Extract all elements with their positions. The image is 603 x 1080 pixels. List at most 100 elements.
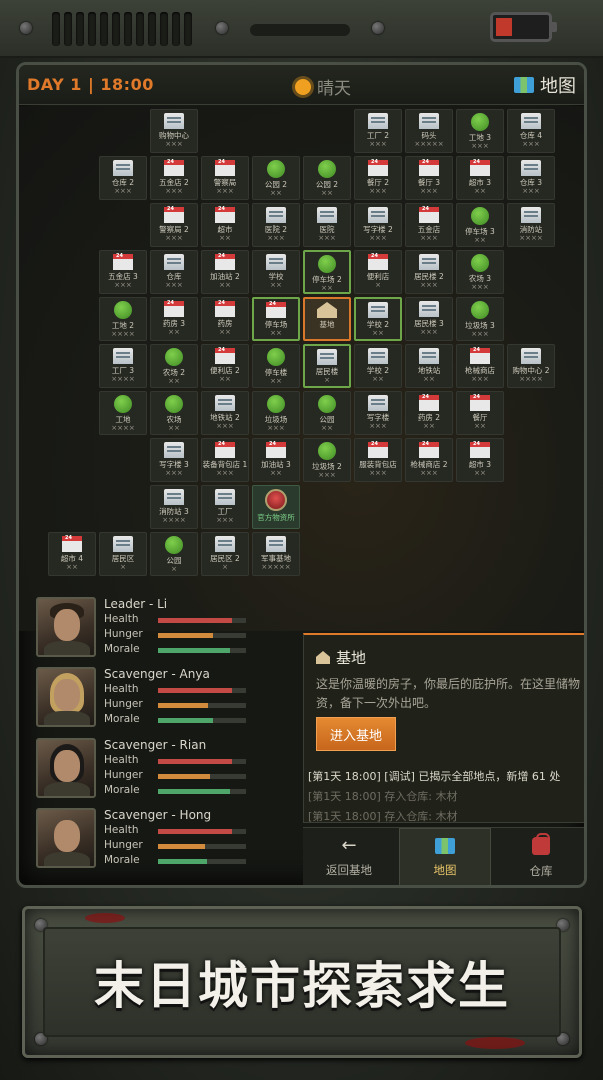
map-tile[interactable]: 垃圾场 ×××	[252, 391, 300, 435]
map-tile[interactable]: 加油站 2××	[201, 250, 249, 294]
map-tile[interactable]: 超市 4××	[48, 532, 96, 576]
enter-base-button[interactable]: 进入基地	[316, 717, 396, 751]
map-tile[interactable]: 便利店×	[354, 250, 402, 294]
map-tile[interactable]: 写字楼 2 ×××	[354, 203, 402, 247]
map-tile[interactable]: 药房××	[201, 297, 249, 341]
map-tile[interactable]: 消防站 ××××	[507, 203, 555, 247]
tile-name: 基地	[319, 320, 335, 329]
map-tile[interactable]: 枪械商店 2×××	[405, 438, 453, 482]
map-tile[interactable]: 五金店 3×××	[99, 250, 147, 294]
character-name: Scavenger - Hong	[104, 808, 212, 822]
map-tile[interactable]: 加油站 3××	[252, 438, 300, 482]
map-tile[interactable]: 学校 2 ××	[354, 344, 402, 388]
map-tile[interactable]: 工厂 3 ××××	[99, 344, 147, 388]
store-icon	[419, 159, 439, 176]
map-tile[interactable]: 基地	[303, 297, 351, 341]
map-tile[interactable]: 服装背包店×××	[354, 438, 402, 482]
map-tile[interactable]: 餐厅 3×××	[405, 156, 453, 200]
tile-name: 超市 3	[468, 460, 492, 469]
map-tile[interactable]: 写字楼 ×××	[354, 391, 402, 435]
nav-map[interactable]: 地图	[399, 828, 491, 885]
map-tile[interactable]: 学校 ××	[252, 250, 300, 294]
tile-status: ××	[474, 469, 486, 477]
map-tile[interactable]: 工厂 ×××	[201, 485, 249, 529]
map-tile[interactable]: 仓库 ×××	[150, 250, 198, 294]
tile-name: 警察局 2	[159, 225, 189, 234]
map-tile[interactable]: 装备背包店 1×××	[201, 438, 249, 482]
map-tile[interactable]: 居民楼 3 ×××	[405, 297, 453, 341]
map-tile[interactable]: 药房 2××	[405, 391, 453, 435]
map-tile[interactable]: 公园 ××	[303, 391, 351, 435]
tile-status: ×××	[165, 281, 183, 289]
map-tile[interactable]: 餐厅 2×××	[354, 156, 402, 200]
map-tile[interactable]: 超市 3××	[456, 438, 504, 482]
character-card[interactable]: Scavenger - Rian Health Hunger Morale	[33, 738, 303, 800]
map-tile[interactable]: 农场 ××	[150, 391, 198, 435]
tree-icon	[165, 395, 183, 413]
character-card[interactable]: Leader - Li Health Hunger Morale	[33, 597, 303, 659]
map-tile[interactable]: 居民楼 2 ×××	[405, 250, 453, 294]
store-icon	[470, 347, 490, 364]
map-tile[interactable]: 仓库 2 ×××	[99, 156, 147, 200]
map-tile[interactable]: 购物中心 ×××	[150, 109, 198, 153]
map-tile[interactable]: 工厂 2 ×××	[354, 109, 402, 153]
map-tile[interactable]: 工地 ××××	[99, 391, 147, 435]
map-tile[interactable]: 停车楼 ××	[252, 344, 300, 388]
character-card[interactable]: Scavenger - Hong Health Hunger Morale	[33, 808, 303, 870]
map-tile[interactable]: 药房 3××	[150, 297, 198, 341]
map-tile[interactable]: 餐厅××	[456, 391, 504, 435]
tile-status: ××	[423, 422, 435, 430]
character-card[interactable]: Scavenger - Anya Health Hunger Morale	[33, 667, 303, 729]
map-tile[interactable]: 警察局×××	[201, 156, 249, 200]
map-tile[interactable]: 居民区 ×	[99, 532, 147, 576]
map-tile[interactable]: 公园 ×	[150, 532, 198, 576]
map-tile[interactable]: 五金店×××	[405, 203, 453, 247]
map-tile[interactable]: 官方物资所	[252, 485, 300, 529]
map-tile[interactable]: 农场 3 ×××	[456, 250, 504, 294]
tile-status: ××	[270, 281, 282, 289]
map-tile[interactable]: 购物中心 2 ××××	[507, 344, 555, 388]
map-tile[interactable]: 垃圾场 2 ×××	[303, 438, 351, 482]
map-tile[interactable]: 军事基地 ×××××	[252, 532, 300, 576]
map-tile[interactable]: 便利店 2××	[201, 344, 249, 388]
map-tile[interactable]: 五金店 2×××	[150, 156, 198, 200]
map-tile[interactable]: 停车场 3 ××	[456, 203, 504, 247]
map-tile[interactable]: 仓库 3 ×××	[507, 156, 555, 200]
map-tile[interactable]: 公园 2 ××	[252, 156, 300, 200]
building-icon	[215, 489, 235, 505]
map-button[interactable]: 地图	[514, 72, 576, 98]
map-tile[interactable]: 工地 2 ××××	[99, 297, 147, 341]
building-icon	[164, 254, 184, 270]
health-bar	[158, 688, 246, 693]
map-tile[interactable]: 地铁站 ××	[405, 344, 453, 388]
health-bar	[158, 618, 246, 623]
map-tile[interactable]: 垃圾场 3 ×××	[456, 297, 504, 341]
map-tile[interactable]: 码头 ×××××	[405, 109, 453, 153]
home-icon	[317, 302, 337, 318]
map-tile[interactable]: 超市 3××	[456, 156, 504, 200]
sun-icon	[295, 78, 311, 95]
map-tile[interactable]: 学校 2 ××	[354, 297, 402, 341]
map-tile[interactable]: 医院 ×××	[303, 203, 351, 247]
tile-status: ×××	[369, 187, 387, 195]
building-icon	[164, 489, 184, 505]
map-tile[interactable]: 警察局 2×××	[150, 203, 198, 247]
map-tile[interactable]: 工地 3 ×××	[456, 109, 504, 153]
map-tile[interactable]: 地铁站 2 ×××	[201, 391, 249, 435]
map-tile[interactable]: 农场 2 ××	[150, 344, 198, 388]
map-tile[interactable]: 超市××	[201, 203, 249, 247]
map-tile[interactable]: 公园 2 ××	[303, 156, 351, 200]
map-tile[interactable]: 停车场××	[252, 297, 300, 341]
map-tile[interactable]: 居民区 2 ×	[201, 532, 249, 576]
map-tile[interactable]: 停车场 2 ××	[303, 250, 351, 294]
map-tile[interactable]: 写字楼 3 ×××	[150, 438, 198, 482]
map-tile[interactable]: 枪械商店×××	[456, 344, 504, 388]
nav-storage[interactable]: 仓库	[495, 828, 584, 885]
map-tile[interactable]: 居民楼 ×	[303, 344, 351, 388]
map-tile[interactable]: 医院 2 ×××	[252, 203, 300, 247]
map-tile[interactable]: 消防站 3 ××××	[150, 485, 198, 529]
map-tile[interactable]: 仓库 4 ×××	[507, 109, 555, 153]
nav-back-to-base[interactable]: ← 返回基地	[303, 828, 395, 885]
tile-name: 医院	[319, 225, 335, 234]
tile-status: ××××	[519, 375, 543, 383]
